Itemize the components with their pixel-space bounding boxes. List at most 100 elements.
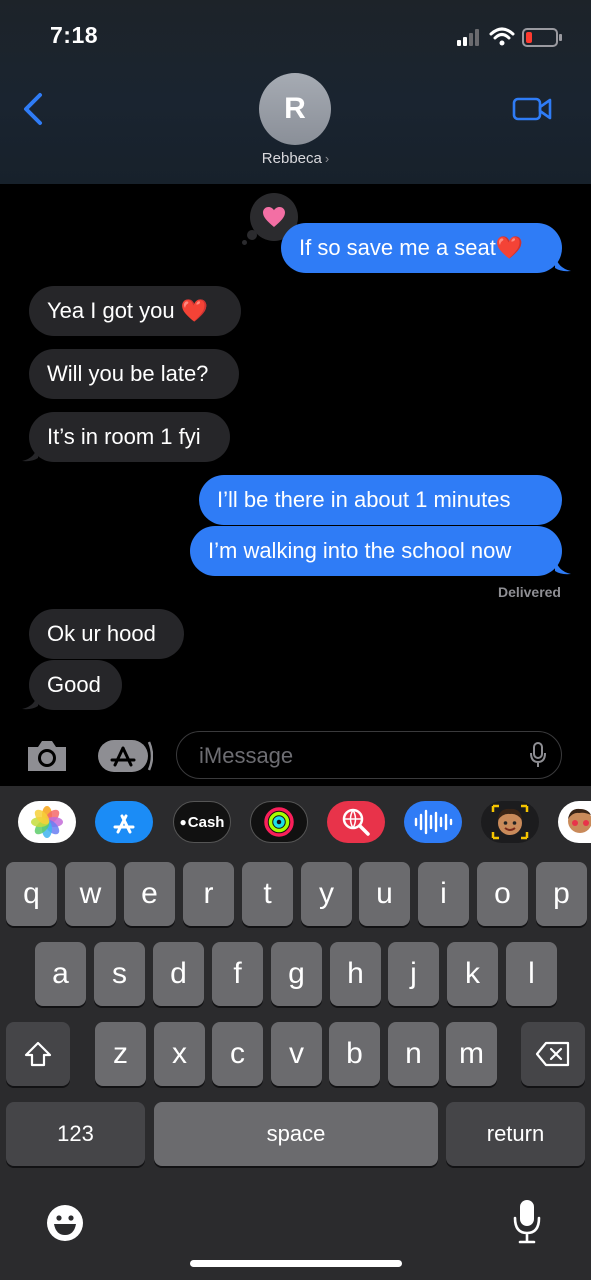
return-key[interactable]: return — [446, 1102, 585, 1166]
key-f[interactable]: f — [212, 942, 263, 1006]
space-key[interactable]: space — [154, 1102, 438, 1166]
activity-rings-icon — [264, 807, 294, 837]
key-d[interactable]: d — [153, 942, 204, 1006]
key-c[interactable]: c — [212, 1022, 263, 1086]
camera-icon[interactable] — [24, 738, 70, 774]
key-label: k — [465, 957, 480, 990]
key-b[interactable]: b — [329, 1022, 380, 1086]
key-g[interactable]: g — [271, 942, 322, 1006]
key-p[interactable]: p — [536, 862, 587, 926]
key-label: g — [288, 957, 305, 990]
key-label: n — [405, 1037, 422, 1070]
status-icons — [457, 27, 562, 47]
contact-avatar[interactable]: R — [259, 73, 331, 145]
dictation-microphone-icon[interactable] — [512, 1198, 542, 1244]
key-label: a — [52, 957, 69, 990]
battery-icon — [522, 28, 562, 47]
message-incoming[interactable]: Will you be late? — [29, 349, 239, 399]
contact-name-button[interactable]: Rebbeca › — [0, 150, 591, 167]
return-key-label: return — [486, 1121, 545, 1146]
bubble-tail — [555, 254, 571, 272]
key-label: w — [79, 877, 102, 910]
message-text: I’m walking into the school now — [208, 538, 512, 563]
apple-cash-button[interactable]: ● Cash — [173, 801, 231, 843]
key-label: e — [141, 877, 158, 910]
key-u[interactable]: u — [359, 862, 410, 926]
message-input[interactable] — [197, 732, 521, 779]
globe-search-icon — [342, 808, 370, 836]
key-label: c — [230, 1037, 245, 1070]
message-text: If so save me a seat❤️ — [299, 235, 524, 260]
key-label: i — [440, 877, 447, 910]
back-chevron-icon[interactable] — [20, 92, 46, 126]
bubble-tail — [22, 692, 38, 710]
key-label: o — [494, 877, 511, 910]
tapback-tail-dot — [242, 240, 247, 245]
key-a[interactable]: a — [35, 942, 86, 1006]
key-k[interactable]: k — [447, 942, 498, 1006]
home-indicator[interactable] — [190, 1260, 402, 1267]
photos-app-button[interactable] — [18, 801, 76, 843]
key-label: m — [459, 1037, 484, 1070]
message-text: I’ll be there in about 1 minutes — [217, 487, 511, 512]
tapback-tail-dot — [247, 230, 257, 240]
key-j[interactable]: j — [388, 942, 439, 1006]
message-incoming[interactable]: It’s in room 1 fyi — [29, 412, 230, 462]
app-store-button[interactable] — [95, 801, 153, 843]
key-q[interactable]: q — [6, 862, 57, 926]
message-outgoing[interactable]: I’ll be there in about 1 minutes — [199, 475, 562, 525]
key-label: d — [170, 957, 187, 990]
key-n[interactable]: n — [388, 1022, 439, 1086]
message-text: It’s in room 1 fyi — [47, 424, 201, 449]
numbers-key[interactable]: 123 — [6, 1102, 145, 1166]
emoji-icon[interactable] — [45, 1203, 85, 1243]
message-outgoing[interactable]: I’m walking into the school now — [190, 526, 562, 576]
key-label: t — [263, 877, 272, 910]
message-incoming[interactable]: Yea I got you ❤️ — [29, 286, 241, 336]
delivered-status: Delivered — [497, 584, 561, 600]
shift-arrow-icon — [24, 1041, 52, 1067]
memoji-button[interactable] — [481, 801, 539, 843]
key-label: p — [553, 877, 570, 910]
key-label: h — [347, 957, 364, 990]
key-w[interactable]: w — [65, 862, 116, 926]
delete-key[interactable] — [521, 1022, 585, 1086]
message-text: Ok ur hood — [47, 621, 156, 646]
key-l[interactable]: l — [506, 942, 557, 1006]
key-label: v — [289, 1037, 304, 1070]
key-label: x — [172, 1037, 187, 1070]
key-x[interactable]: x — [154, 1022, 205, 1086]
backspace-icon — [535, 1041, 570, 1067]
app-drawer-icon[interactable] — [97, 738, 153, 774]
key-h[interactable]: h — [330, 942, 381, 1006]
audio-message-button[interactable] — [404, 801, 462, 843]
image-search-button[interactable] — [327, 801, 385, 843]
message-field[interactable] — [176, 731, 562, 779]
key-z[interactable]: z — [95, 1022, 146, 1086]
key-label: s — [112, 957, 127, 990]
key-t[interactable]: t — [242, 862, 293, 926]
message-incoming[interactable]: Good — [29, 660, 122, 710]
message-text: Yea I got you ❤️ — [47, 298, 209, 323]
key-y[interactable]: y — [301, 862, 352, 926]
contact-chevron: › — [324, 151, 330, 166]
message-incoming[interactable]: Ok ur hood — [29, 609, 184, 659]
key-m[interactable]: m — [446, 1022, 497, 1086]
shift-key[interactable] — [6, 1022, 70, 1086]
activity-app-button[interactable] — [250, 801, 308, 843]
apple-logo-icon: ● — [179, 815, 187, 829]
key-i[interactable]: i — [418, 862, 469, 926]
key-o[interactable]: o — [477, 862, 528, 926]
key-v[interactable]: v — [271, 1022, 322, 1086]
facetime-video-icon[interactable] — [512, 96, 552, 122]
key-label: j — [410, 957, 417, 990]
key-s[interactable]: s — [94, 942, 145, 1006]
message-text: Will you be late? — [47, 361, 209, 386]
bubble-tail — [555, 557, 571, 575]
microphone-icon[interactable] — [529, 742, 547, 768]
message-outgoing[interactable]: If so save me a seat❤️ — [281, 223, 562, 273]
status-time: 7:18 — [50, 22, 99, 48]
photos-icon — [31, 806, 63, 838]
key-r[interactable]: r — [183, 862, 234, 926]
key-e[interactable]: e — [124, 862, 175, 926]
